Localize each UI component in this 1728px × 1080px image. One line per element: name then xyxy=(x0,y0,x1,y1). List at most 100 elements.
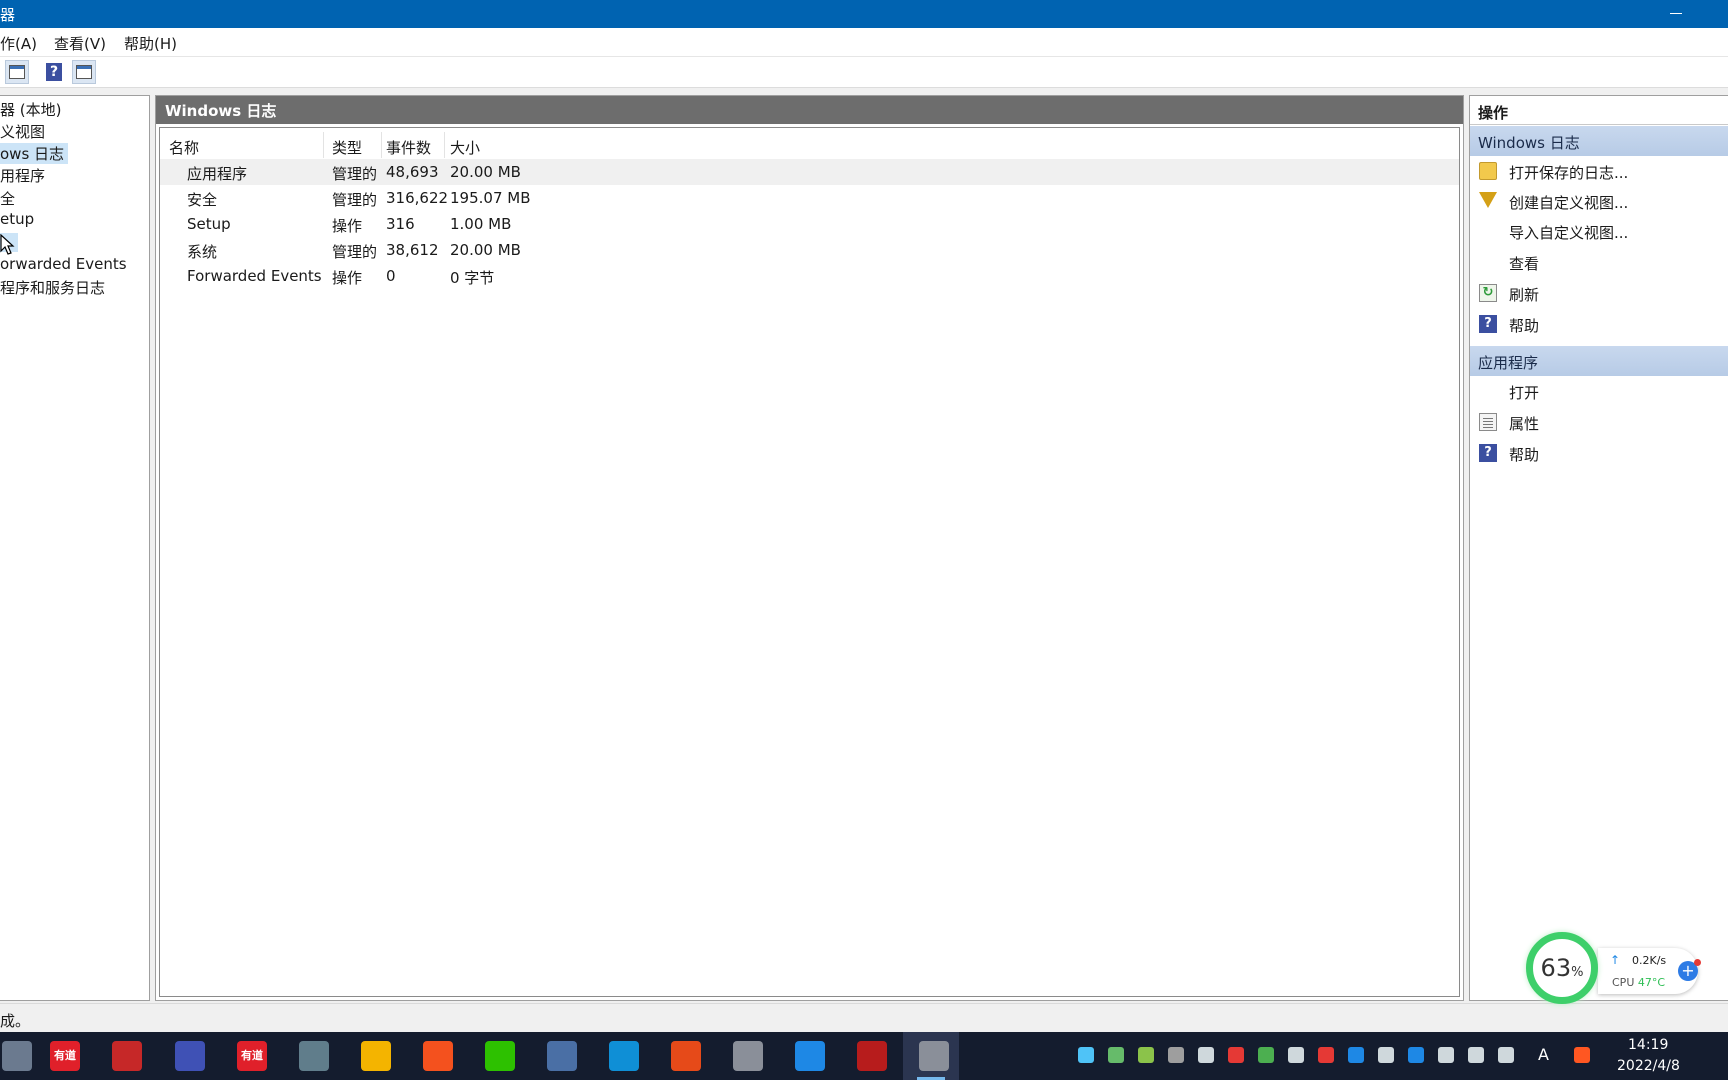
event-log-icon[interactable] xyxy=(733,1041,763,1071)
security-alert-icon[interactable] xyxy=(1318,1047,1334,1063)
network-computer-icon[interactable] xyxy=(547,1041,577,1071)
cell-type: 管理的 xyxy=(332,165,378,183)
column-divider[interactable] xyxy=(444,132,445,158)
tree-item-windows-logs[interactable]: ows 日志 xyxy=(0,143,69,164)
table-row[interactable]: Forwarded Events 操作 0 0 字节 xyxy=(160,263,1459,289)
calendar-icon[interactable] xyxy=(112,1041,142,1071)
help-button[interactable]: ? xyxy=(42,60,66,84)
search-circle-icon[interactable] xyxy=(1078,1047,1094,1063)
action-label: 帮助 xyxy=(1509,317,1540,335)
cell-name: 安全 xyxy=(187,191,218,209)
filter-icon xyxy=(1479,192,1497,208)
tool-icon[interactable] xyxy=(2,1041,32,1071)
table-row[interactable]: Setup 操作 316 1.00 MB xyxy=(160,211,1459,237)
tree-item-custom-views[interactable]: 义视图 xyxy=(0,121,45,142)
youdao-icon[interactable]: 有道 xyxy=(50,1041,80,1071)
tree-item-application[interactable]: 用程序 xyxy=(0,165,45,186)
action-help[interactable]: ? 帮助 xyxy=(1470,309,1728,339)
actions-title-bar: 操作 xyxy=(1470,96,1728,125)
wechat-icon[interactable] xyxy=(485,1041,515,1071)
console-tree: 器 (本地) 义视图 ows 日志 用程序 全 etup orwarded Ev… xyxy=(0,95,150,1001)
menu-help[interactable]: 帮助(H) xyxy=(124,33,177,54)
shield-icon[interactable] xyxy=(1108,1047,1124,1063)
clock-time[interactable]: 14:19 xyxy=(1628,1037,1668,1053)
tree-item-applications-and-services-logs[interactable]: 程序和服务日志 xyxy=(0,277,105,298)
app-red-icon[interactable] xyxy=(1228,1047,1244,1063)
help-icon: ? xyxy=(1479,444,1497,462)
action-import-custom-view[interactable]: 导入自定义视图... xyxy=(1470,216,1728,246)
section-title: Windows 日志 xyxy=(1478,134,1580,152)
column-header-count[interactable]: 事件数 xyxy=(386,137,431,158)
x-app-icon[interactable] xyxy=(671,1041,701,1071)
menu-action[interactable]: 作(A) xyxy=(0,33,37,54)
save-disk-icon[interactable] xyxy=(175,1041,205,1071)
arrow-icon[interactable] xyxy=(1168,1047,1184,1063)
system-monitor-widget[interactable]: 63% ↑ 0.2K/s CPU 47°C + xyxy=(1526,932,1702,1008)
wechat-tray-icon[interactable] xyxy=(1258,1047,1274,1063)
keyboard-icon[interactable] xyxy=(1498,1047,1514,1063)
network-speed: 0.2K/s xyxy=(1632,954,1667,967)
sogou-icon[interactable] xyxy=(1574,1047,1590,1063)
section-application[interactable]: 应用程序 xyxy=(1470,346,1728,376)
action-create-custom-view[interactable]: 创建自定义视图... xyxy=(1470,186,1728,216)
show-hide-console-tree-button[interactable] xyxy=(5,60,29,84)
column-divider[interactable] xyxy=(323,132,324,158)
display-icon[interactable] xyxy=(1408,1047,1424,1063)
feishu-tray-icon[interactable] xyxy=(1348,1047,1364,1063)
section-windows-logs[interactable]: Windows 日志 xyxy=(1470,126,1728,156)
memory-usage-percent: 63% xyxy=(1540,954,1584,982)
status-text: 成。 xyxy=(0,1012,31,1030)
tree-item-setup[interactable]: etup xyxy=(0,210,34,228)
cell-size: 20.00 MB xyxy=(450,163,521,181)
tree-item-event-viewer-local[interactable]: 器 (本地) xyxy=(0,99,61,120)
edge-icon[interactable] xyxy=(609,1041,639,1071)
add-circle-icon[interactable] xyxy=(1138,1047,1154,1063)
action-open-saved-log[interactable]: 打开保存的日志... xyxy=(1470,156,1728,186)
column-header-name[interactable]: 名称 xyxy=(169,137,199,158)
help-icon: ? xyxy=(1479,315,1497,333)
microphone-icon[interactable] xyxy=(1438,1047,1454,1063)
action-view[interactable]: 查看 xyxy=(1470,247,1728,277)
globe-icon[interactable] xyxy=(1468,1047,1484,1063)
battery-icon[interactable] xyxy=(1378,1047,1394,1063)
action-label: 属性 xyxy=(1509,415,1540,433)
volume-icon[interactable] xyxy=(1288,1047,1304,1063)
action-open[interactable]: 打开 xyxy=(1470,376,1728,406)
column-header-size[interactable]: 大小 xyxy=(450,137,480,158)
actions-title: 操作 xyxy=(1478,104,1509,122)
action-properties[interactable]: 属性 xyxy=(1470,407,1728,437)
action-help-app[interactable]: ? 帮助 xyxy=(1470,438,1728,468)
table-row[interactable]: 应用程序 管理的 48,693 20.00 MB xyxy=(160,159,1459,185)
feather-app-icon[interactable] xyxy=(423,1041,453,1071)
clock-date[interactable]: 2022/4/8 xyxy=(1617,1058,1680,1074)
action-refresh[interactable]: ↻ 刷新 xyxy=(1470,278,1728,308)
tree-item-security[interactable]: 全 xyxy=(0,188,15,209)
cell-count: 0 xyxy=(386,267,396,285)
column-header-type[interactable]: 类型 xyxy=(332,137,362,158)
action-label: 刷新 xyxy=(1509,286,1540,304)
toolbar: ? xyxy=(0,57,1728,88)
minimize-button[interactable] xyxy=(1662,0,1692,28)
record-icon[interactable] xyxy=(857,1041,887,1071)
table-row[interactable]: 系统 管理的 38,612 20.00 MB xyxy=(160,237,1459,263)
tree-item-forwarded-events[interactable]: orwarded Events xyxy=(0,255,127,273)
menu-bar: 作(A) 查看(V) 帮助(H) xyxy=(0,28,1728,57)
cell-type: 操作 xyxy=(332,217,363,235)
table-row[interactable]: 安全 管理的 316,622 195.07 MB xyxy=(160,185,1459,211)
taskbar: 有道 有道 A 14:19 2022/4/8 xyxy=(0,1032,1728,1080)
calculator-icon[interactable] xyxy=(299,1041,329,1071)
column-divider[interactable] xyxy=(381,132,382,158)
feishu-icon[interactable] xyxy=(795,1041,825,1071)
transfer-icon[interactable] xyxy=(1198,1047,1214,1063)
cell-name: Setup xyxy=(187,215,231,233)
action-label: 打开 xyxy=(1509,384,1540,402)
show-hide-action-pane-button[interactable] xyxy=(72,60,96,84)
cell-type: 管理的 xyxy=(332,243,378,261)
cpu-temperature: CPU 47°C xyxy=(1612,976,1666,989)
youdao-icon[interactable]: 有道 xyxy=(237,1041,267,1071)
menu-view[interactable]: 查看(V) xyxy=(54,33,106,54)
log-table[interactable]: 名称 类型 事件数 大小 应用程序 管理的 48,693 20.00 MB 安全… xyxy=(159,127,1460,997)
folder-icon[interactable] xyxy=(361,1041,391,1071)
event-viewer-icon[interactable] xyxy=(919,1041,949,1071)
ime-indicator[interactable]: A xyxy=(1538,1045,1549,1064)
